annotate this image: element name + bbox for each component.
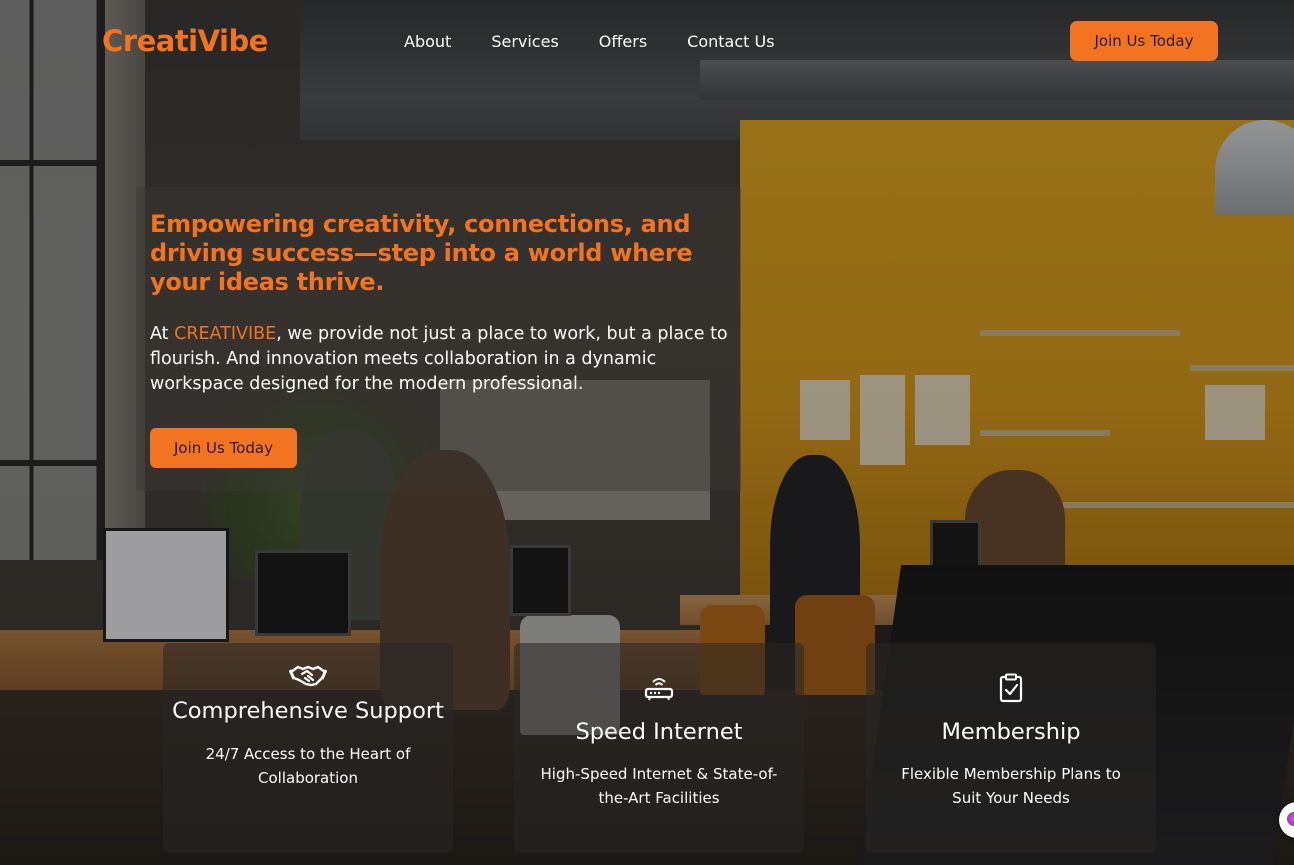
feature-card-internet: Speed Internet High-Speed Internet & Sta…: [514, 643, 804, 853]
feature-description: 24/7 Access to the Heart of Collaboratio…: [205, 745, 411, 787]
feature-description: Flexible Membership Plans to Suit Your N…: [901, 765, 1121, 807]
page: CreatiVibe About Services Offers Contact…: [0, 0, 1294, 865]
nav-link-services[interactable]: Services: [491, 32, 558, 51]
hero-join-button[interactable]: Join Us Today: [150, 428, 297, 468]
feature-title: Membership: [941, 719, 1081, 745]
header-join-button[interactable]: Join Us Today: [1070, 21, 1218, 61]
main-nav: About Services Offers Contact Us: [404, 32, 775, 51]
feature-description: High-Speed Internet & State-of-the-Art F…: [540, 765, 778, 807]
feature-title: Comprehensive Support: [172, 698, 444, 724]
clipboard-check-icon: [999, 673, 1023, 703]
feature-title: Speed Internet: [575, 719, 743, 745]
chat-bubble-icon: [1287, 812, 1294, 826]
feature-card-support: Comprehensive Support 24/7 Access to the…: [163, 643, 453, 853]
hero-text-brand: CREATIVIBE: [174, 324, 277, 344]
hero-title: Empowering creativity, connections, and …: [150, 210, 693, 296]
hero-text-prefix: At: [150, 324, 175, 344]
feature-card-membership: Membership Flexible Membership Plans to …: [866, 643, 1156, 853]
nav-link-contact[interactable]: Contact Us: [687, 32, 774, 51]
handshake-icon: [289, 661, 327, 691]
site-logo[interactable]: CreatiVibe: [102, 24, 268, 58]
router-icon: [644, 673, 674, 703]
nav-link-about[interactable]: About: [404, 32, 451, 51]
nav-link-offers[interactable]: Offers: [599, 32, 647, 51]
hero-text: At CREATIVIBE, we provide not just a pla…: [150, 322, 750, 397]
